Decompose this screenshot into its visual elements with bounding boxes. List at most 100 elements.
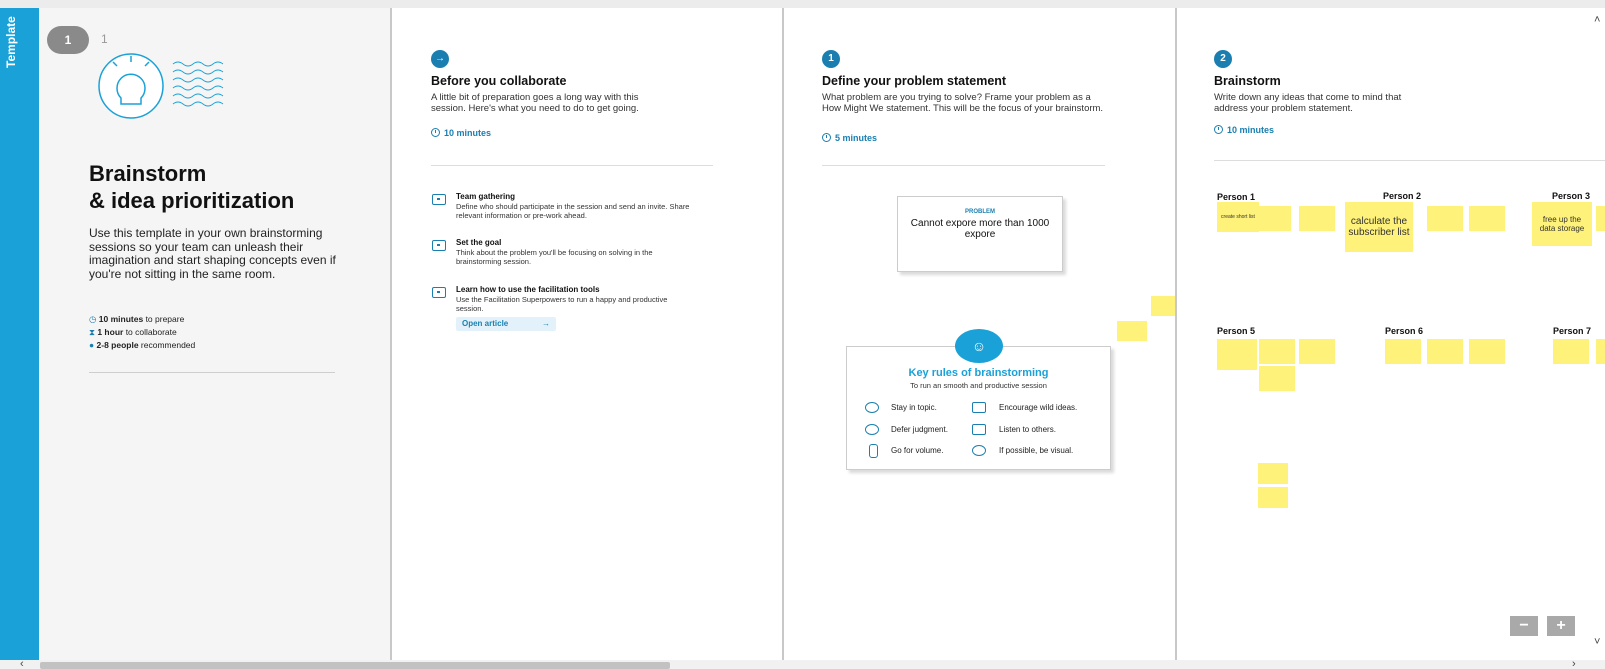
divider xyxy=(822,165,1105,166)
sticky-note[interactable] xyxy=(1259,339,1295,364)
sticky-note[interactable]: create short list xyxy=(1217,202,1259,232)
rule-item: Go for volume. xyxy=(891,446,944,455)
clock-icon xyxy=(431,128,440,137)
sticky-note[interactable] xyxy=(1117,321,1147,341)
before-collaborate-frame: → Before you collaborate A little bit of… xyxy=(392,8,784,660)
clock-icon xyxy=(822,133,831,142)
sticky-note[interactable] xyxy=(1385,339,1421,364)
scroll-right-icon[interactable]: › xyxy=(1572,658,1576,669)
sticky-note[interactable] xyxy=(1258,487,1288,508)
sticky-note[interactable] xyxy=(1259,366,1295,391)
sticky-note[interactable] xyxy=(1427,339,1463,364)
person-icon: ● xyxy=(89,340,95,350)
brainstorm-rules-card: ☺ Key rules of brainstorming To run an s… xyxy=(846,329,1111,470)
intro-description: Use this template in your own brainstorm… xyxy=(89,226,336,281)
goal-icon xyxy=(432,240,446,251)
ear-icon xyxy=(972,424,986,435)
sticky-note[interactable] xyxy=(1596,206,1605,231)
eye-icon xyxy=(972,445,986,456)
intro-meta-list: ◷ 10 minutes to prepare ⧗ 1 hour to coll… xyxy=(89,314,195,353)
before-desc: A little bit of preparation goes a long … xyxy=(431,92,639,114)
topic-icon xyxy=(865,402,879,413)
step-title: Learn how to use the facilitation tools xyxy=(456,285,600,294)
arrow-right-icon: → xyxy=(542,319,550,328)
brainstorm-title: Brainstorm xyxy=(1214,74,1281,88)
divider xyxy=(1214,160,1605,161)
person-label: Person 7 xyxy=(1553,326,1592,336)
step-title: Set the goal xyxy=(456,238,502,247)
rules-subtitle: To run an smooth and productive session xyxy=(910,381,1047,390)
template-sidebar-tab[interactable]: Template xyxy=(0,8,39,660)
page-current: 1 xyxy=(64,33,72,47)
page-total: 1 xyxy=(101,32,108,46)
sticky-note[interactable] xyxy=(1427,206,1463,231)
sticky-note[interactable] xyxy=(1469,206,1505,231)
define-title: Define your problem statement xyxy=(822,74,1007,88)
step-desc: Think about the problem you'll be focusi… xyxy=(456,248,653,266)
sticky-note[interactable] xyxy=(1469,339,1505,364)
before-time: 10 minutes xyxy=(431,128,491,138)
sticky-note[interactable] xyxy=(1299,339,1335,364)
template-tab-label: Template xyxy=(4,16,18,68)
sticky-note[interactable]: free up the data storage xyxy=(1532,202,1592,246)
step-number-badge: 2 xyxy=(1214,50,1232,68)
clock-icon xyxy=(1214,125,1223,134)
rule-item: Defer judgment. xyxy=(891,425,948,434)
lightbulb-illustration xyxy=(98,53,224,119)
define-problem-frame: 1 Define your problem statement What pro… xyxy=(784,8,1177,660)
meta-prepare: ◷ 10 minutes to prepare xyxy=(89,314,185,324)
sticky-note[interactable] xyxy=(1299,206,1335,231)
brainstorm-frame: 2 Brainstorm Write down any ideas that c… xyxy=(1177,8,1605,660)
divider xyxy=(431,165,713,166)
person-label: Person 3 xyxy=(1552,191,1591,201)
before-title: Before you collaborate xyxy=(431,74,567,88)
sticky-note[interactable] xyxy=(1553,339,1589,364)
judgment-icon xyxy=(865,424,879,435)
problem-text[interactable]: Cannot expore more than 1000 expore xyxy=(898,215,1062,243)
define-time: 5 minutes xyxy=(822,133,877,143)
scroll-up-icon[interactable]: ˄ xyxy=(1594,14,1600,26)
scroll-left-icon[interactable]: ‹ xyxy=(20,658,24,669)
brainstorm-time: 10 minutes xyxy=(1214,125,1274,135)
hourglass-icon: ⧗ xyxy=(89,327,95,337)
brainstorm-desc: Write down any ideas that come to mind t… xyxy=(1214,92,1402,114)
lightbulb-icon xyxy=(972,402,986,413)
step-desc: Use the Facilitation Superpowers to run … xyxy=(456,295,668,313)
team-icon xyxy=(432,194,446,205)
intro-title: Brainstorm & idea prioritization xyxy=(89,161,295,213)
scroll-down-icon[interactable]: ˅ xyxy=(1594,636,1600,648)
rule-item: Encourage wild ideas. xyxy=(999,403,1078,412)
zoom-out-button[interactable]: − xyxy=(1510,616,1538,636)
step-number-badge: 1 xyxy=(822,50,840,68)
rules-title: Key rules of brainstorming xyxy=(908,367,1049,379)
problem-card[interactable]: PROBLEM Cannot expore more than 1000 exp… xyxy=(897,196,1063,272)
clock-icon: ◷ xyxy=(89,314,97,324)
stack-icon xyxy=(869,444,878,458)
person-label: Person 5 xyxy=(1217,326,1256,336)
intro-frame: 1 1 Brainstorm & idea prioritization Use… xyxy=(39,8,392,660)
person-label: Person 2 xyxy=(1383,191,1422,201)
tools-icon xyxy=(432,287,446,298)
rule-item: Stay in topic. xyxy=(891,403,937,412)
sticky-note[interactable]: calculate the subscriber list xyxy=(1345,202,1413,252)
zoom-in-button[interactable]: + xyxy=(1547,616,1575,636)
sticky-note[interactable] xyxy=(1217,339,1257,370)
divider xyxy=(89,372,335,373)
step-title: Team gathering xyxy=(456,192,515,201)
rule-item: If possible, be visual. xyxy=(999,446,1074,455)
horizontal-scrollbar-thumb[interactable] xyxy=(40,662,670,669)
open-article-button[interactable]: Open article → xyxy=(456,317,556,331)
sticky-note[interactable] xyxy=(1255,206,1291,231)
brain-icon: ☺ xyxy=(955,329,1003,363)
sticky-note[interactable] xyxy=(1151,296,1175,316)
rule-item: Listen to others. xyxy=(999,425,1056,434)
meta-collaborate: ⧗ 1 hour to collaborate xyxy=(89,327,177,337)
sticky-note[interactable] xyxy=(1596,339,1605,364)
sticky-note[interactable] xyxy=(1258,463,1288,484)
define-desc: What problem are you trying to solve? Fr… xyxy=(822,92,1104,114)
whiteboard-canvas[interactable]: Template 1 1 Brainstorm & idea prioritiz… xyxy=(0,0,1605,669)
person-label: Person 6 xyxy=(1385,326,1424,336)
step-desc: Define who should participate in the ses… xyxy=(456,202,690,220)
arrow-badge-icon: → xyxy=(431,50,449,68)
person-label: Person 1 xyxy=(1217,192,1256,202)
